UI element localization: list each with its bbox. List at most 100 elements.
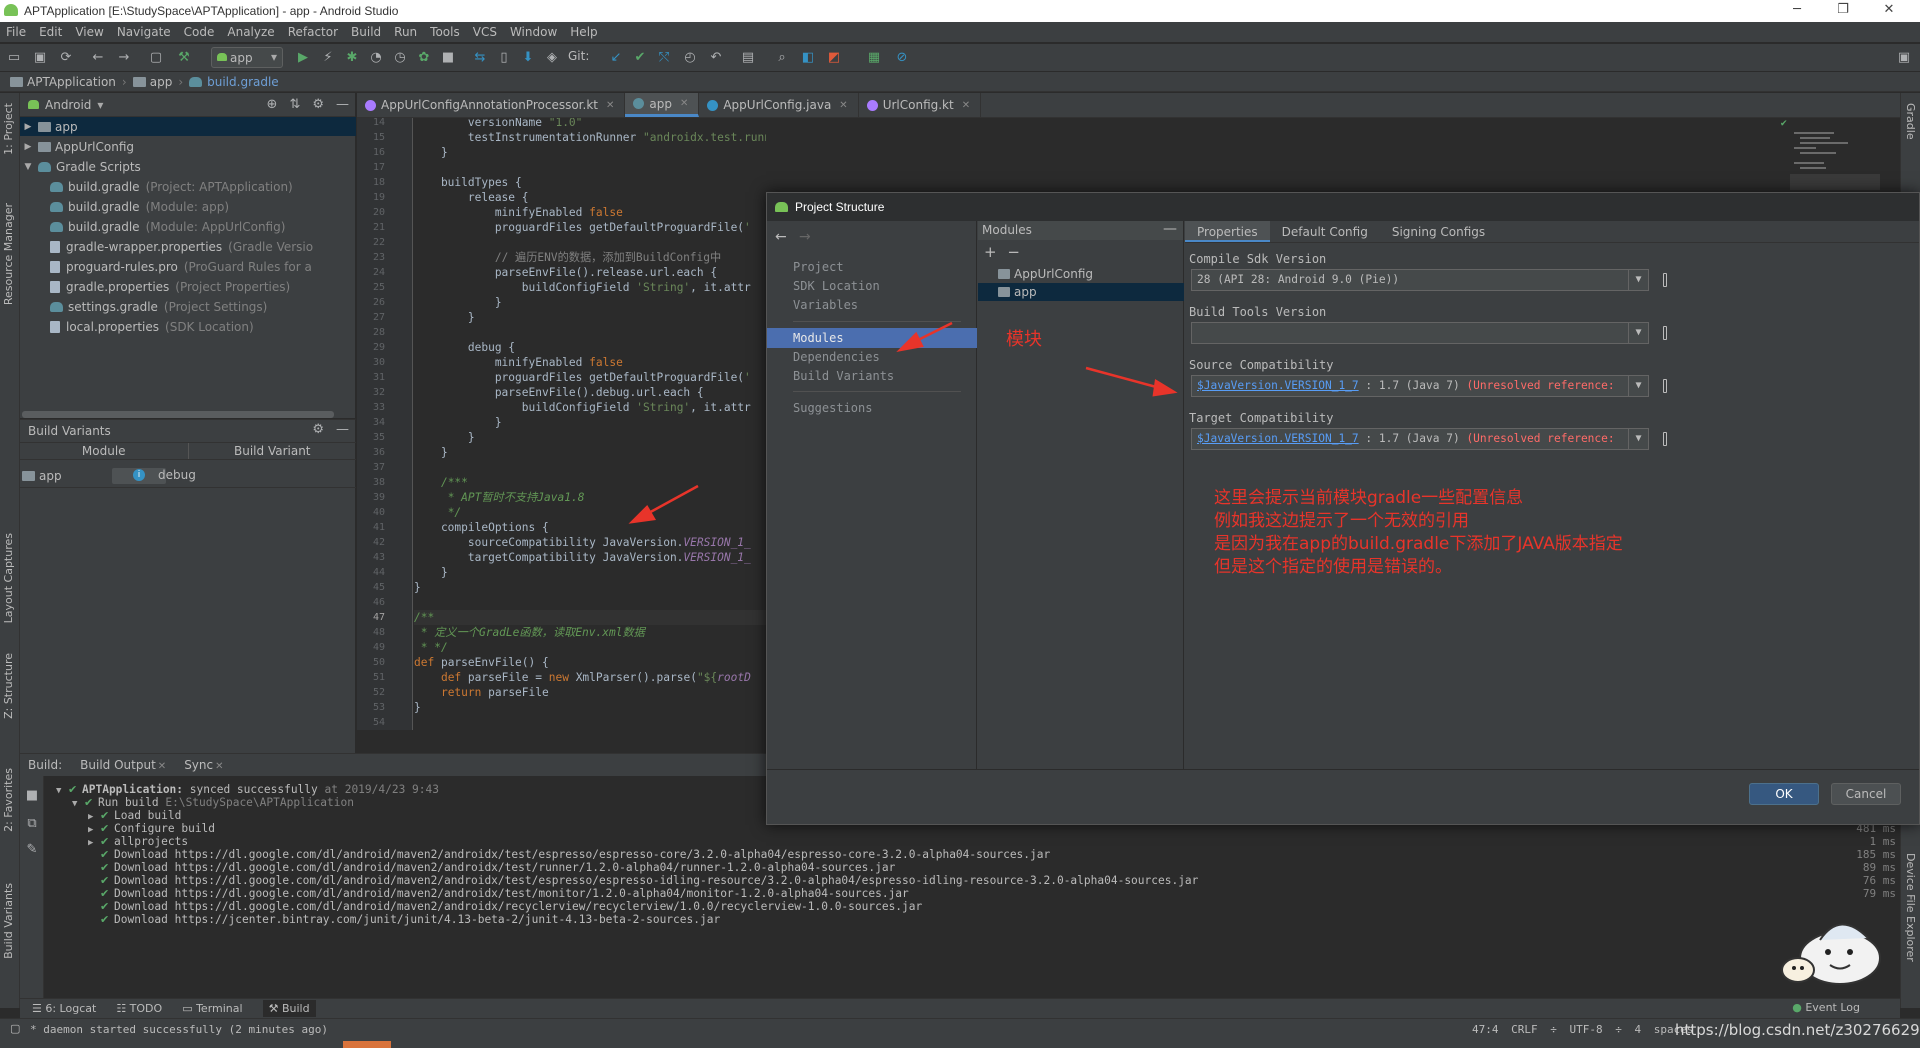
debug-icon[interactable]: ✱ <box>344 50 360 66</box>
event-log-button[interactable]: ● Event Log <box>1792 1001 1860 1014</box>
nav-project[interactable]: Project <box>767 257 977 277</box>
collapsed-arrow-icon[interactable]: ▶ <box>22 142 34 152</box>
menu-analyze[interactable]: Analyze <box>227 25 274 39</box>
locate-icon[interactable]: ⊕ <box>267 97 278 112</box>
tool-tab-structure[interactable]: Z: Structure <box>2 653 15 719</box>
tool-tab-build-variants[interactable]: Build Variants <box>2 883 15 959</box>
breadcrumb-project[interactable]: APTApplication <box>10 75 116 89</box>
menu-window[interactable]: Window <box>510 25 557 39</box>
project-tree-item[interactable]: ▶ app <box>20 117 356 136</box>
restore-layout-icon[interactable]: ⧉ <box>24 816 40 832</box>
editor-tab-appurlconfig[interactable]: AppUrlConfig.java ✕ <box>699 93 859 117</box>
chevron-down-icon[interactable]: ▼ <box>1628 376 1648 396</box>
module-item-appurlconfig[interactable]: AppUrlConfig <box>978 265 1184 283</box>
expanded-arrow-icon[interactable]: ▼ <box>22 162 34 172</box>
horizontal-scrollbar[interactable] <box>22 411 334 418</box>
git-update-icon[interactable]: ↙ <box>608 50 624 66</box>
compile-sdk-select[interactable]: 28 (API 28: Android 9.0 (Pie)) ▼ <box>1191 269 1649 291</box>
project-tree-item[interactable]: local.properties (SDK Location) <box>20 317 356 336</box>
chevron-down-icon[interactable]: ▼ <box>1628 429 1648 449</box>
source-compat-select[interactable]: $JavaVersion.VERSION_1_7 : 1.7 (Java 7) … <box>1191 375 1649 397</box>
project-tree-item[interactable]: ▼ Gradle Scripts <box>20 157 356 176</box>
build-output-line[interactable]: ✔ Download https://jcenter.bintray.com/ju… <box>88 912 720 928</box>
tab-properties[interactable]: Properties <box>1185 221 1270 242</box>
add-module-icon[interactable]: + <box>984 243 997 261</box>
tab-sync[interactable]: Sync ✕ <box>184 758 223 772</box>
tool-tab-layout-captures[interactable]: Layout Captures <box>2 533 15 623</box>
gear-icon[interactable]: ⚙ <box>312 422 324 437</box>
project-structure-icon[interactable]: ▤ <box>740 50 756 66</box>
save-all-icon[interactable]: ▣ <box>32 50 48 66</box>
project-tree-item[interactable]: gradle.properties (Project Properties) <box>20 277 356 296</box>
menu-run[interactable]: Run <box>394 25 417 39</box>
gradle-sync-icon[interactable]: ⇆ <box>472 50 488 66</box>
target-compat-select[interactable]: $JavaVersion.VERSION_1_7 : 1.7 (Java 7) … <box>1191 428 1649 450</box>
menu-view[interactable]: View <box>75 25 103 39</box>
plugin-icon[interactable]: ◩ <box>826 50 842 66</box>
tool-tab-resource-manager[interactable]: Resource Manager <box>2 203 15 305</box>
menu-refactor[interactable]: Refactor <box>288 25 338 39</box>
attach-debugger-icon[interactable]: ◷ <box>392 50 408 66</box>
minimize-button[interactable]: ─ <box>1774 0 1820 22</box>
project-tree-item[interactable]: proguard-rules.pro (ProGuard Rules for a <box>20 257 356 276</box>
tool-tab-favorites[interactable]: 2: Favorites <box>2 768 15 832</box>
back-icon[interactable]: ← <box>90 50 106 66</box>
git-rollback-icon[interactable]: ↶ <box>708 50 724 66</box>
stop-icon[interactable]: ■ <box>440 50 456 66</box>
menu-navigate[interactable]: Navigate <box>117 25 171 39</box>
menu-edit[interactable]: Edit <box>39 25 62 39</box>
pin-icon[interactable]: ✎ <box>24 842 40 858</box>
tab-default-config[interactable]: Default Config <box>1270 221 1380 242</box>
forward-icon[interactable]: → <box>799 229 811 245</box>
collapsed-arrow-icon[interactable]: ▶ <box>22 122 34 132</box>
menu-build[interactable]: Build <box>351 25 381 39</box>
expanded-arrow-icon[interactable]: ▼ <box>72 796 84 812</box>
project-tree-item[interactable]: gradle-wrapper.properties (Gradle Versio <box>20 237 356 256</box>
tool-tab-project[interactable]: 1: Project <box>2 103 15 155</box>
tool-tab-terminal[interactable]: ▭ Terminal <box>182 1002 242 1015</box>
apply-changes-icon[interactable]: ⚡ <box>320 50 336 66</box>
layout-inspector-icon[interactable]: ◈ <box>544 50 560 66</box>
menu-tools[interactable]: Tools <box>430 25 460 39</box>
close-tab-icon[interactable]: ✕ <box>680 98 688 109</box>
sdk-manager-icon[interactable]: ⬇ <box>520 50 536 66</box>
collapse-icon[interactable]: ⇅ <box>289 97 300 112</box>
editor-tab-app[interactable]: app ✕ <box>625 93 700 117</box>
menu-file[interactable]: File <box>6 25 26 39</box>
editor-tab-urlconfig[interactable]: UrlConfig.kt ✕ <box>859 93 982 117</box>
sync-icon[interactable]: ⟳ <box>58 50 74 66</box>
column-module[interactable]: Module <box>20 443 189 459</box>
close-tab-icon[interactable]: ✕ <box>215 761 223 772</box>
user-icon[interactable]: ▣ <box>1896 50 1912 66</box>
open-folder-icon[interactable]: ▭ <box>6 50 22 66</box>
cursor-position[interactable]: 47:4 CRLF ÷ UTF-8 ÷ 4 spaces <box>1472 1023 1693 1036</box>
hide-icon[interactable]: — <box>336 422 349 437</box>
profile-icon[interactable]: ◔ <box>368 50 384 66</box>
nav-build-variants[interactable]: Build Variants <box>767 366 977 386</box>
status-toggle-icon[interactable]: ▢ <box>10 1022 20 1035</box>
close-tab-icon[interactable]: ✕ <box>606 100 614 111</box>
nav-modules[interactable]: Modules <box>767 328 977 348</box>
avd-manager-icon[interactable]: ▯ <box>496 50 512 66</box>
code-editor[interactable]: versionName "1.0" testInstrumentationRun… <box>414 118 766 730</box>
coverage-icon[interactable]: ✿ <box>416 50 432 66</box>
make-project-icon[interactable]: ⚒ <box>176 50 192 66</box>
ok-button[interactable]: OK <box>1749 783 1819 805</box>
breadcrumb-module[interactable]: app <box>132 75 172 89</box>
build-tools-select[interactable]: ▼ <box>1191 322 1649 344</box>
close-tab-icon[interactable]: ✕ <box>839 100 847 111</box>
project-tree-item[interactable]: build.gradle (Module: app) <box>20 197 356 216</box>
breadcrumb-file[interactable]: build.gradle <box>189 75 279 89</box>
maximize-button[interactable]: ❐ <box>1820 0 1866 22</box>
git-history-icon[interactable]: ◴ <box>682 50 698 66</box>
chevron-down-icon[interactable]: ▼ <box>1628 323 1648 343</box>
menu-help[interactable]: Help <box>570 25 597 39</box>
tool-tab-gradle[interactable]: Gradle <box>1904 103 1917 140</box>
stop-icon[interactable]: ■ <box>24 788 40 804</box>
project-tree-item[interactable]: ▶ AppUrlConfig <box>20 137 356 156</box>
project-tree-item[interactable]: build.gradle (Module: AppUrlConfig) <box>20 217 356 236</box>
tool-tab-logcat[interactable]: ☰ 6: Logcat <box>32 1002 96 1015</box>
close-tab-icon[interactable]: ✕ <box>158 761 166 772</box>
git-compare-icon[interactable]: ⤲ <box>656 50 672 66</box>
chevron-down-icon[interactable]: ▼ <box>1628 270 1648 290</box>
